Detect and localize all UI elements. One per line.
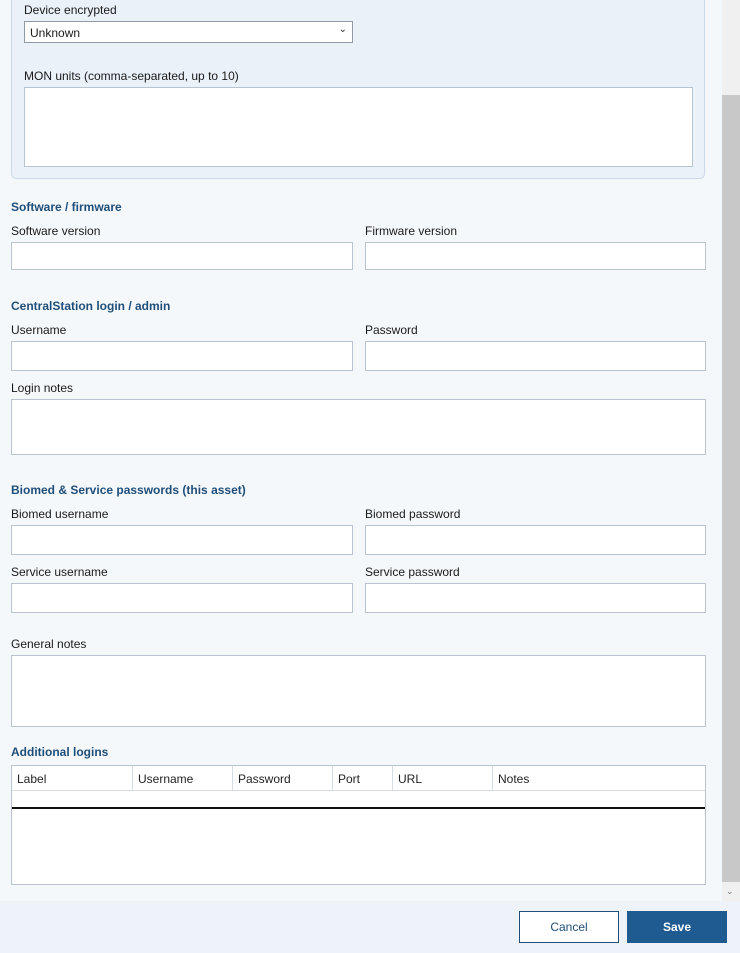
password-label: Password [365,323,418,337]
form-scroll-area: Device encrypted Unknown ⌄ MON units (co… [0,0,722,901]
login-notes-label: Login notes [11,381,74,395]
username-label: Username [11,323,67,337]
central-station-section-title: CentralStation login / admin [11,299,171,313]
software-version-input[interactable] [11,242,353,270]
grid-column-notes[interactable]: Notes [493,766,705,790]
firmware-version-label: Firmware version [365,224,458,238]
device-encrypted-label: Device encrypted [24,3,117,17]
service-username-input[interactable] [11,583,353,613]
grid-column-url[interactable]: URL [393,766,493,790]
grid-new-row[interactable] [12,790,705,809]
scrollbar-thumb[interactable] [722,95,740,882]
username-input[interactable] [11,341,353,371]
additional-logins-grid[interactable]: Label Username Password Port URL Notes [11,765,706,885]
device-encrypted-value: Unknown [30,26,81,40]
biomed-section-title: Biomed & Service passwords (this asset) [11,483,246,497]
general-notes-label: General notes [11,637,87,651]
biomed-password-input[interactable] [365,525,706,555]
cancel-button[interactable]: Cancel [519,911,619,943]
service-username-label: Service username [11,565,108,579]
additional-logins-section-title: Additional logins [11,745,109,759]
firmware-version-input[interactable] [365,242,706,270]
general-notes-textarea[interactable] [11,655,706,727]
mon-units-label: MON units (comma-separated, up to 10) [24,69,239,83]
vertical-scrollbar[interactable]: ⌄ [722,0,740,901]
grid-column-label[interactable]: Label [12,766,133,790]
service-password-input[interactable] [365,583,706,613]
grid-header: Label Username Password Port URL Notes [12,766,705,791]
biomed-username-label: Biomed username [11,507,109,521]
software-section-title: Software / firmware [11,200,122,214]
grid-column-username[interactable]: Username [133,766,233,790]
device-encrypted-select[interactable]: Unknown ⌄ [24,21,353,43]
login-notes-textarea[interactable] [11,399,706,455]
biomed-password-label: Biomed password [365,507,461,521]
grid-column-password[interactable]: Password [233,766,333,790]
chevron-down-icon: ⌄ [338,24,347,35]
scroll-down-arrow-icon[interactable]: ⌄ [726,886,734,897]
save-button[interactable]: Save [627,911,727,943]
biomed-username-input[interactable] [11,525,353,555]
mon-units-textarea[interactable] [24,87,693,167]
dialog-footer: Cancel Save [0,901,740,953]
grid-column-port[interactable]: Port [333,766,393,790]
password-input[interactable] [365,341,706,371]
software-version-label: Software version [11,224,101,238]
service-password-label: Service password [365,565,460,579]
